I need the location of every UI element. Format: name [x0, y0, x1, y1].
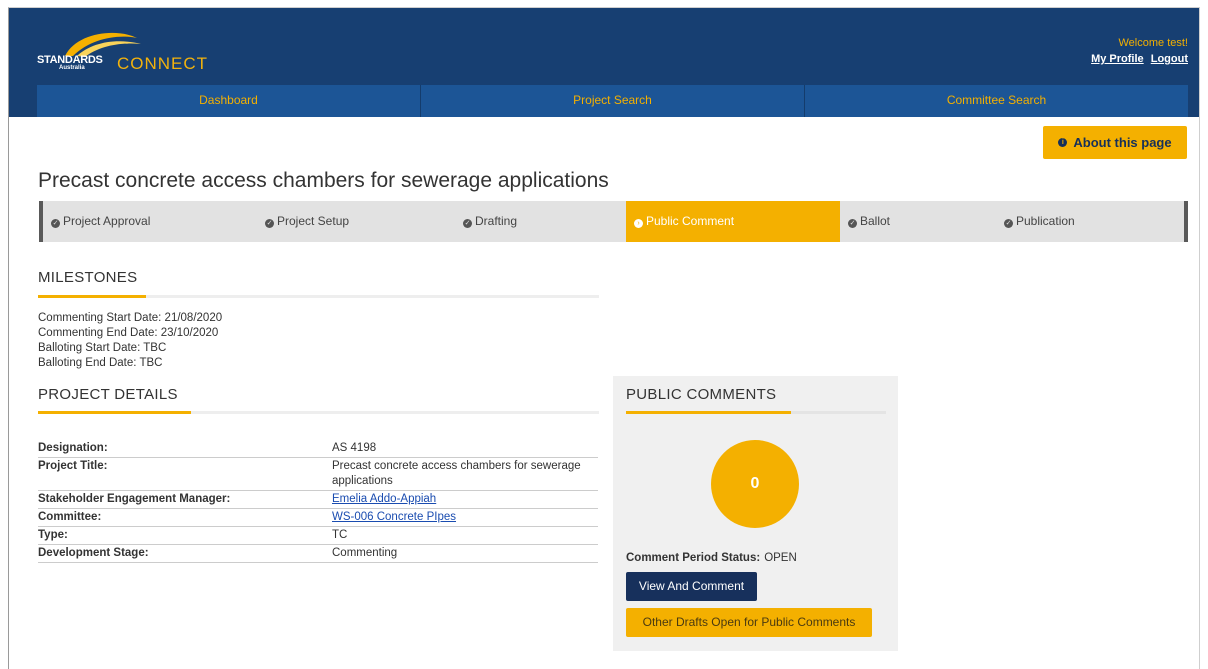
check-circle-icon: ✓ [463, 219, 472, 228]
milestone-item: Balloting Start Date: TBC [38, 342, 167, 354]
detail-label: Development Stage: [38, 544, 332, 563]
status-value: OPEN [764, 552, 797, 564]
other-drafts-button[interactable]: Other Drafts Open for Public Comments [626, 608, 872, 637]
standards-connect-logo[interactable]: STANDARDS Australia CONNECT [37, 26, 237, 76]
table-row: Designation: AS 4198 [38, 440, 598, 458]
welcome-text: Welcome test! [1118, 37, 1189, 49]
stage-project-approval[interactable]: ✓ Project Approval [43, 201, 257, 242]
detail-label: Designation: [38, 440, 332, 458]
table-row: Project Title: Precast concrete access c… [38, 457, 598, 491]
status-label: Comment Period Status: [626, 552, 761, 564]
check-circle-icon: ✓ [265, 219, 274, 228]
milestones-list: Commenting Start Date: 21/08/2020 Commen… [38, 311, 222, 371]
stage-project-setup[interactable]: ✓ Project Setup [257, 201, 455, 242]
nav-dashboard[interactable]: Dashboard [37, 85, 421, 117]
project-details-divider [38, 411, 599, 414]
stage-label: Publication [1016, 214, 1075, 228]
about-button-label: About this page [1073, 135, 1172, 150]
check-circle-icon: ✓ [848, 219, 857, 228]
table-row: Type: TC [38, 526, 598, 545]
site-header: STANDARDS Australia CONNECT Welcome test… [9, 8, 1199, 117]
stage-progress-bar: ✓ Project Approval ✓ Project Setup ✓ Drafti… [39, 201, 1188, 242]
detail-label: Stakeholder Engagement Manager: [38, 490, 332, 509]
project-details-table: Designation: AS 4198 Project Title: Prec… [38, 440, 598, 563]
check-circle-icon: ✓ [1004, 219, 1013, 228]
stage-publication[interactable]: ✓ Publication [996, 201, 1184, 242]
info-icon: i [1058, 138, 1068, 147]
stage-ballot[interactable]: ✓ Ballot [840, 201, 996, 242]
logout-link[interactable]: Logout [1151, 53, 1188, 65]
project-title-value: Precast concrete access chambers for sew… [332, 457, 598, 491]
check-circle-icon: ✓ [51, 219, 60, 228]
milestones-heading: MILESTONES [38, 269, 138, 286]
type-value: TC [332, 526, 598, 545]
view-and-comment-button[interactable]: View And Comment [626, 572, 757, 601]
stage-label: Project Approval [63, 214, 151, 228]
stage-label: Project Setup [277, 214, 350, 228]
milestones-divider [38, 295, 599, 298]
logo-connect-text: CONNECT [117, 54, 209, 73]
stage-label: Drafting [475, 214, 518, 228]
detail-label: Committee: [38, 508, 332, 527]
user-area: Welcome test! My Profile Logout [1087, 35, 1188, 67]
detail-label: Type: [38, 526, 332, 545]
nav-committee-search[interactable]: Committee Search [805, 85, 1188, 117]
stage-public-comment[interactable]: › Public Comment [626, 201, 840, 242]
milestone-item: Commenting End Date: 23/10/2020 [38, 327, 219, 339]
public-comments-divider [626, 411, 886, 414]
public-comments-heading: PUBLIC COMMENTS [626, 386, 777, 403]
main-nav: Dashboard Project Search Committee Searc… [37, 85, 1188, 117]
comment-period-status: Comment Period Status: OPEN [626, 552, 797, 564]
designation-value: AS 4198 [332, 440, 598, 458]
table-row: Committee: WS-006 Concrete PIpes [38, 508, 598, 527]
development-stage-value: Commenting [332, 544, 598, 563]
table-row: Development Stage: Commenting [38, 544, 598, 563]
arrow-circle-icon: › [634, 219, 643, 228]
engagement-manager-link[interactable]: Emelia Addo-Appiah [332, 493, 436, 505]
about-this-page-button[interactable]: i About this page [1043, 126, 1187, 159]
my-profile-link[interactable]: My Profile [1091, 53, 1144, 65]
committee-link[interactable]: WS-006 Concrete PIpes [332, 511, 456, 523]
public-comments-panel: PUBLIC COMMENTS 0 Comment Period Status:… [613, 376, 898, 651]
browser-frame: STANDARDS Australia CONNECT Welcome test… [8, 7, 1200, 669]
milestone-item: Commenting Start Date: 21/08/2020 [38, 312, 223, 324]
nav-project-search[interactable]: Project Search [421, 85, 805, 117]
stage-drafting[interactable]: ✓ Drafting [455, 201, 626, 242]
project-details-heading: PROJECT DETAILS [38, 386, 178, 403]
stage-label: Ballot [860, 214, 891, 228]
table-row: Stakeholder Engagement Manager: Emelia A… [38, 490, 598, 509]
stage-label: Public Comment [646, 214, 735, 228]
comment-count-badge: 0 [711, 440, 799, 528]
detail-label: Project Title: [38, 457, 332, 491]
milestone-item: Balloting End Date: TBC [38, 357, 163, 369]
page-title: Precast concrete access chambers for sew… [38, 169, 609, 192]
logo-australia-text: Australia [59, 65, 85, 71]
